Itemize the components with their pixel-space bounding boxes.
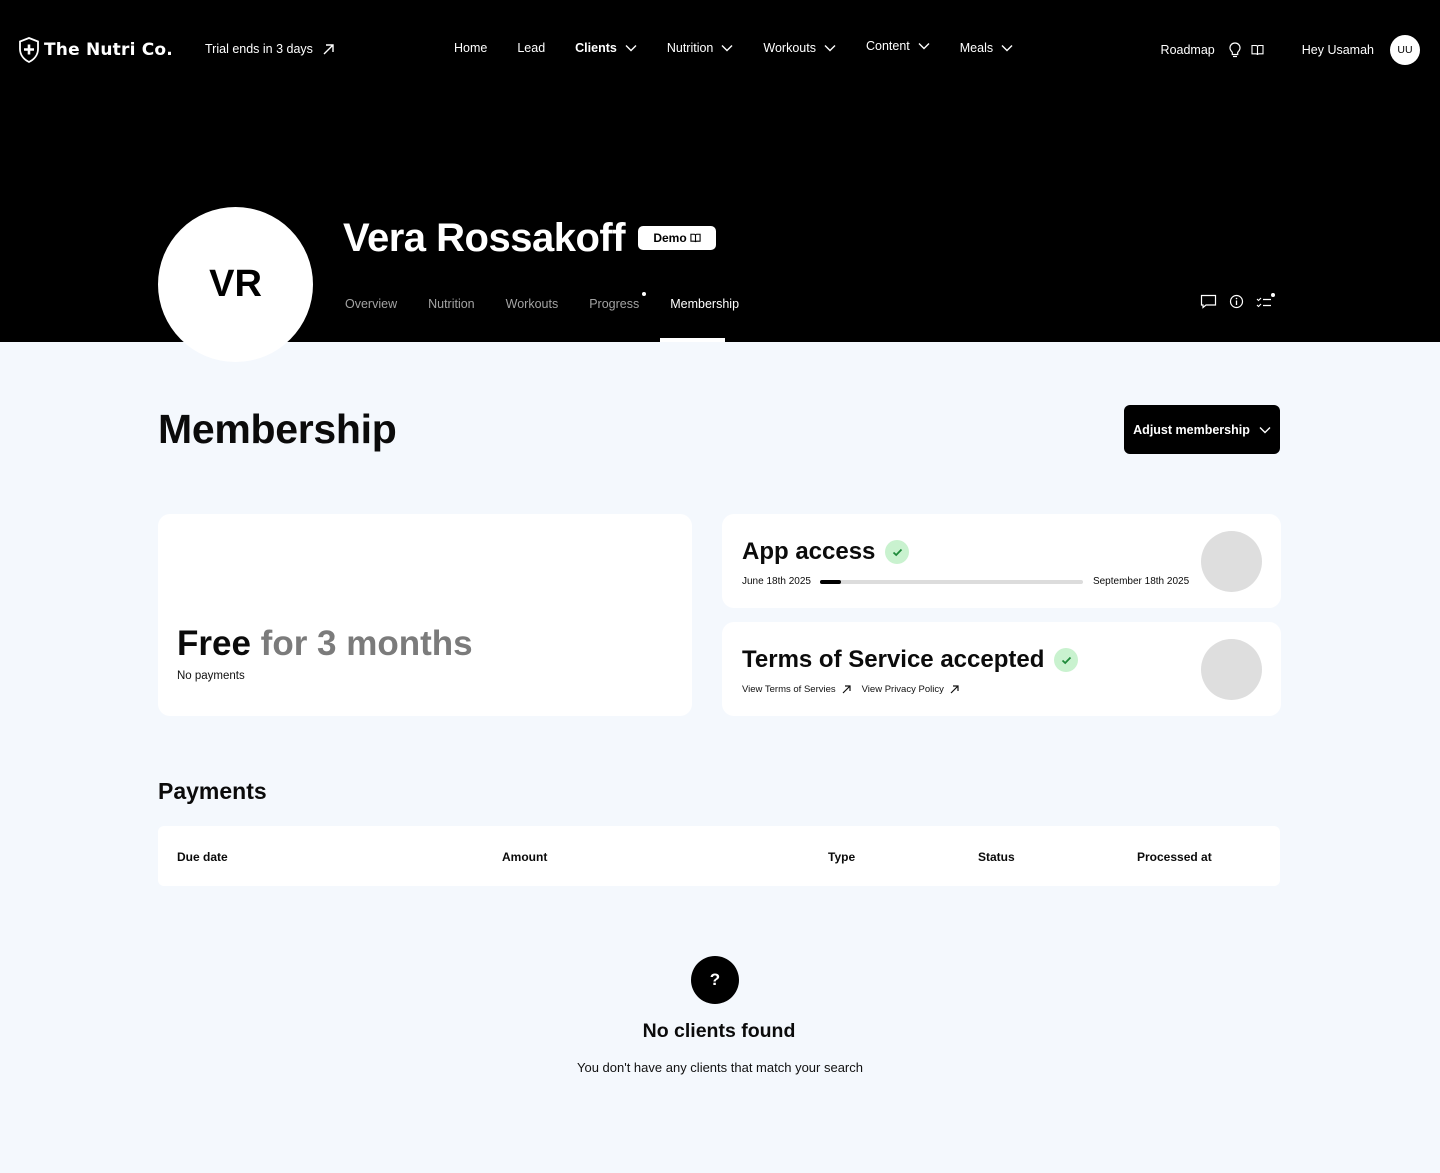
nav-item-lead[interactable]: Lead: [517, 41, 545, 55]
trial-banner-link[interactable]: Trial ends in 3 days: [205, 42, 335, 56]
chevron-down-icon: [623, 44, 637, 52]
empty-state-title-text: No clients found: [642, 1020, 796, 1042]
user-nav: Roadmap Hey Usamah UU: [1161, 35, 1420, 65]
access-start-date: June 18th 2025: [742, 576, 811, 587]
lightbulb-icon[interactable]: [1229, 42, 1241, 58]
app-access-title-row: App access: [742, 538, 910, 566]
tab-nutrition[interactable]: Nutrition: [428, 297, 475, 311]
empty-state-message: You don't have any clients that match yo…: [576, 1060, 863, 1075]
chat-icon[interactable]: [1200, 294, 1217, 309]
book-icon: [690, 233, 701, 243]
placeholder-circle: [1201, 639, 1262, 700]
question-mark-icon: ?: [691, 956, 739, 1004]
view-terms-label: View Terms of Servies: [742, 684, 836, 695]
nav-label: Content: [865, 39, 910, 53]
tos-links: View Terms of Servies View Privacy Polic…: [742, 684, 959, 695]
tos-title-row: Terms of Service accepted: [742, 646, 1079, 674]
chevron-down-icon: [916, 42, 930, 50]
column-amount[interactable]: Amount: [502, 850, 547, 864]
nav-item-content[interactable]: Content: [866, 39, 930, 53]
nav-label: Lead: [517, 41, 546, 55]
check-icon: [1054, 648, 1079, 672]
nav-item-meals[interactable]: Meals: [960, 41, 1013, 55]
access-progress-fill: [819, 579, 841, 584]
app-access-card: App access June 18th 2025 September 18th…: [722, 514, 1281, 608]
checklist-icon[interactable]: [1256, 292, 1275, 309]
arrow-up-right-icon: [950, 685, 959, 694]
arrow-up-right-icon: [322, 43, 335, 56]
chevron-down-icon: [1259, 426, 1271, 434]
nav-item-clients[interactable]: Clients: [575, 41, 637, 55]
access-period: June 18th 2025 September 18th 2025: [742, 576, 1189, 587]
chevron-down-icon: [822, 44, 836, 52]
tab-workouts[interactable]: Workouts: [506, 297, 559, 311]
demo-badge[interactable]: Demo: [638, 226, 716, 250]
client-name: Vera Rossakoff: [343, 216, 626, 260]
column-processed-at[interactable]: Processed at: [1137, 850, 1212, 864]
nav-item-home[interactable]: Home: [454, 41, 487, 55]
nav-item-workouts[interactable]: Workouts: [763, 41, 836, 55]
view-privacy-label: View Privacy Policy: [861, 684, 944, 695]
adjust-membership-button[interactable]: Adjust membership: [1124, 405, 1280, 454]
arrow-up-right-icon: [842, 685, 851, 694]
access-end-date: September 18th 2025: [1092, 576, 1190, 587]
payments-title: Payments: [158, 778, 267, 804]
nav-label: Clients: [575, 41, 617, 55]
membership-plan-card: Free for 3 months No payments: [158, 514, 692, 716]
plan-subtitle: No payments: [177, 670, 245, 682]
terms-of-service-card: Terms of Service accepted View Terms of …: [722, 622, 1281, 716]
view-privacy-link[interactable]: View Privacy Policy: [862, 684, 959, 695]
tab-progress[interactable]: Progress: [589, 292, 647, 311]
nav-label: Meals: [959, 41, 994, 55]
chevron-down-icon: [719, 44, 733, 52]
nav-label: Workouts: [763, 41, 816, 55]
nav-item-nutrition[interactable]: Nutrition: [667, 41, 734, 55]
column-type[interactable]: Type: [828, 850, 855, 864]
plan-price: Free for 3 months: [177, 624, 473, 664]
demo-badge-label: Demo: [653, 231, 687, 245]
plan-price-value: Free: [177, 624, 251, 663]
user-avatar[interactable]: UU: [1390, 35, 1420, 65]
plan-duration: for 3 months: [260, 624, 473, 663]
brand-logo[interactable]: The Nutri Co.: [18, 37, 173, 63]
roadmap-link[interactable]: Roadmap: [1161, 43, 1215, 57]
client-actions: [1200, 292, 1275, 309]
active-tab-indicator: [660, 338, 725, 342]
notification-dot: [1271, 292, 1275, 297]
access-progress-bar: [819, 579, 1083, 584]
main-nav: Home Lead Clients Nutrition Workouts Con…: [454, 39, 1043, 55]
check-icon: [885, 540, 910, 564]
nav-label: Home: [454, 41, 488, 55]
app-access-title: App access: [742, 538, 876, 565]
empty-state-title: No clients found: [0, 1020, 1440, 1043]
nav-label: Nutrition: [666, 41, 714, 55]
adjust-membership-label: Adjust membership: [1133, 422, 1250, 437]
tab-membership[interactable]: Membership: [670, 297, 739, 311]
payments-table-header: Due date Amount Type Status Processed at: [158, 826, 1280, 886]
shield-plus-icon: [18, 37, 40, 63]
client-tabs: Overview Nutrition Workouts Progress Mem…: [345, 292, 770, 311]
column-status[interactable]: Status: [978, 850, 1015, 864]
placeholder-circle: [1201, 531, 1262, 592]
trial-label: Trial ends in 3 days: [205, 42, 313, 56]
brand-name: The Nutri Co.: [44, 40, 173, 60]
chevron-down-icon: [999, 44, 1013, 52]
column-due-date[interactable]: Due date: [177, 850, 228, 864]
notification-dot: [642, 292, 647, 296]
page-title: Membership: [158, 406, 397, 452]
tos-title: Terms of Service accepted: [742, 646, 1045, 673]
book-icon[interactable]: [1251, 44, 1264, 56]
user-greeting: Hey Usamah: [1301, 43, 1374, 57]
client-avatar: VR: [158, 207, 313, 362]
tab-overview[interactable]: Overview: [345, 297, 397, 311]
view-terms-link[interactable]: View Terms of Servies: [742, 684, 851, 695]
tab-progress-label: Progress: [589, 297, 640, 311]
info-icon[interactable]: [1229, 294, 1244, 309]
top-navigation: The Nutri Co. Trial ends in 3 days Home …: [0, 0, 1440, 100]
